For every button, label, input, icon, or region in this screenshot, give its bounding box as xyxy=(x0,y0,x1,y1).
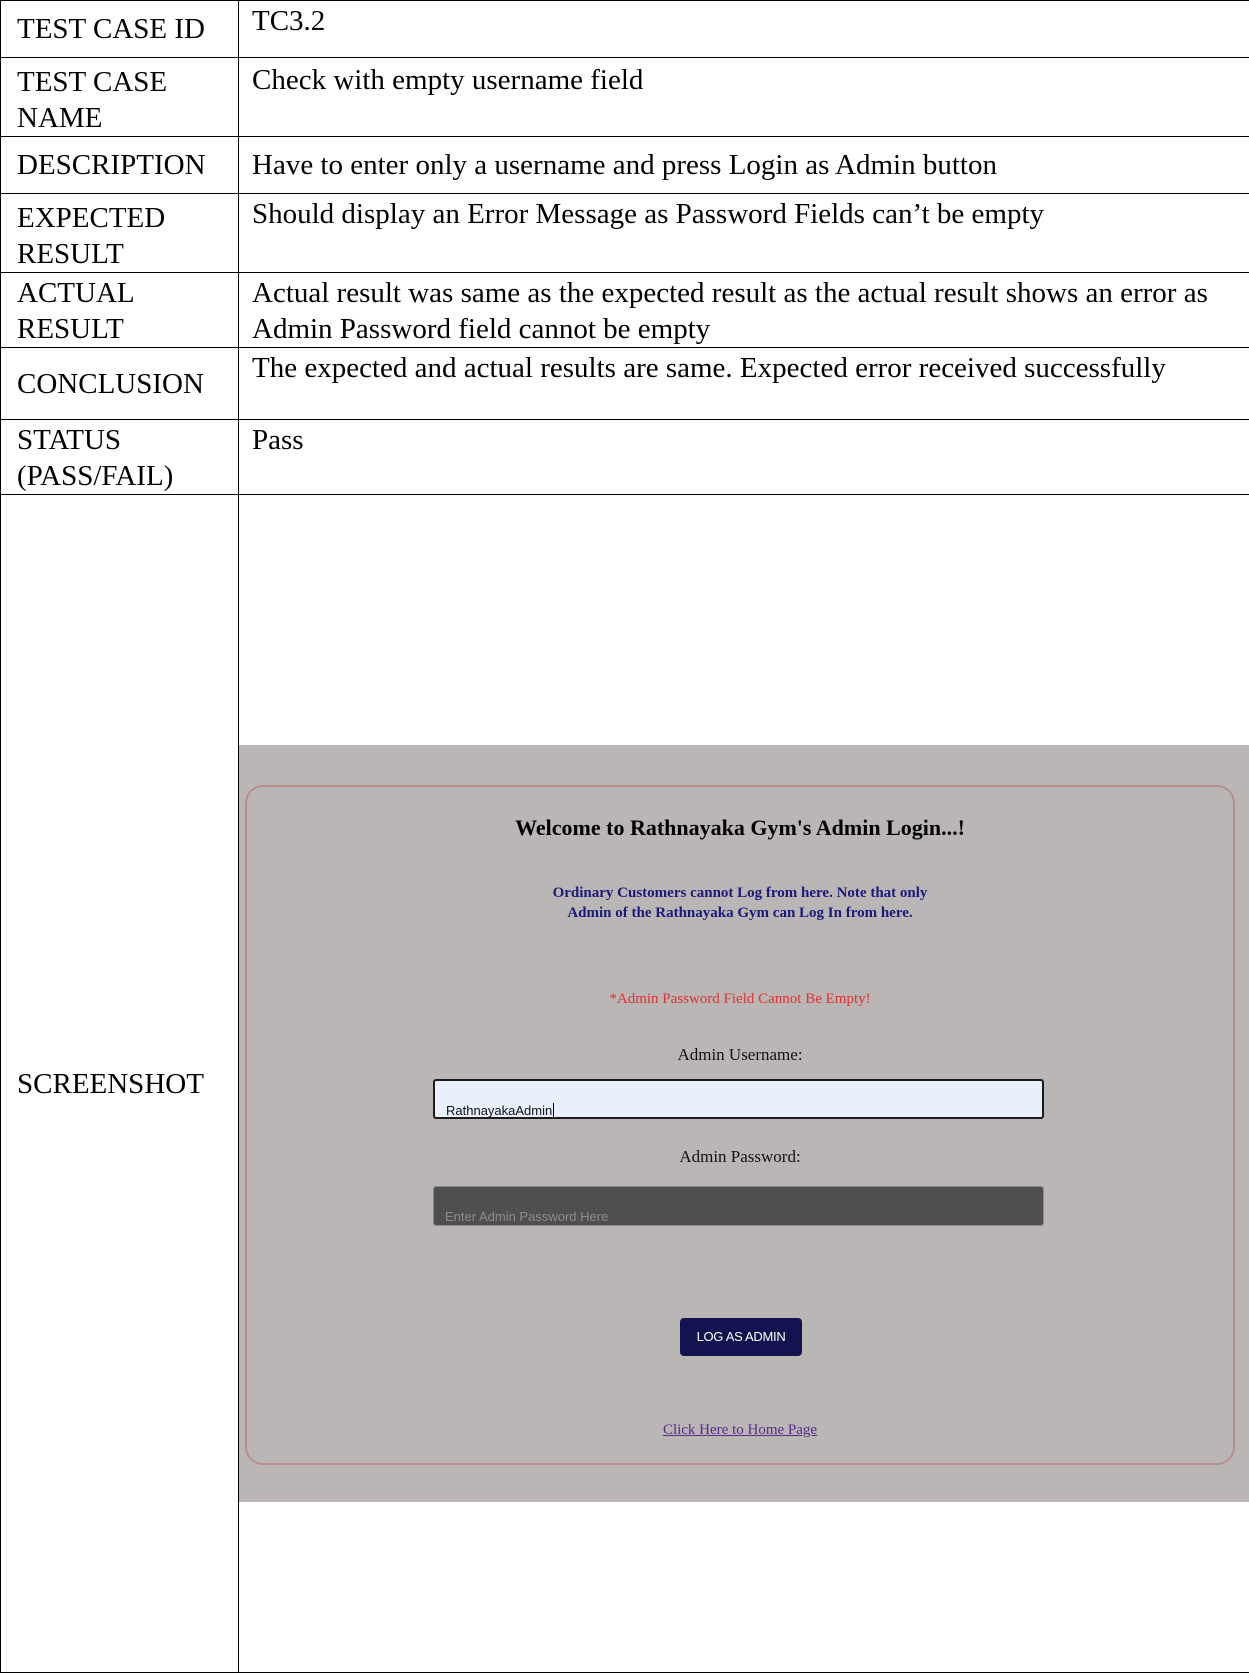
key-cell: ACTUAL RESULT xyxy=(1,273,239,348)
welcome-heading: Welcome to Rathnayaka Gym's Admin Login.… xyxy=(247,815,1233,841)
admin-note: Ordinary Customers cannot Log from here.… xyxy=(247,883,1233,923)
key-cell: TEST CASE ID xyxy=(1,1,239,58)
row-test-case-name: TEST CASE NAME Check with empty username… xyxy=(1,58,1249,137)
row-screenshot: SCREENSHOT Welcome to Rathnayaka Gym's A… xyxy=(1,495,1249,1673)
value-cell: The expected and actual results are same… xyxy=(239,348,1249,420)
value-cell: Should display an Error Message as Passw… xyxy=(239,194,1249,273)
admin-note-line1: Ordinary Customers cannot Log from here.… xyxy=(247,883,1233,903)
screenshot-cell: Welcome to Rathnayaka Gym's Admin Login.… xyxy=(239,495,1249,1673)
test-case-table: TEST CASE ID TC3.2 TEST CASE NAME Check … xyxy=(0,0,1249,1673)
username-input[interactable]: RathnayakaAdmin xyxy=(433,1079,1044,1119)
log-as-admin-button[interactable]: LOG AS ADMIN xyxy=(680,1318,802,1356)
key-cell: CONCLUSION xyxy=(1,348,239,420)
password-placeholder: Enter Admin Password Here xyxy=(445,1209,608,1224)
value-cell: Actual result was same as the expected r… xyxy=(239,273,1249,348)
text-caret xyxy=(553,1103,554,1118)
admin-note-line2: Admin of the Rathnayaka Gym can Log In f… xyxy=(247,903,1233,923)
key-cell: DESCRIPTION xyxy=(1,137,239,194)
key-cell: TEST CASE NAME xyxy=(1,58,239,137)
key-cell: SCREENSHOT xyxy=(1,495,239,1673)
value-cell: Have to enter only a username and press … xyxy=(239,137,1249,194)
password-label: Admin Password: xyxy=(247,1139,1233,1175)
login-panel: Welcome to Rathnayaka Gym's Admin Login.… xyxy=(245,785,1235,1465)
key-cell: STATUS (PASS/FAIL) xyxy=(1,420,239,495)
username-label: Admin Username: xyxy=(247,1037,1233,1073)
error-message: *Admin Password Field Cannot Be Empty! xyxy=(247,981,1233,1017)
row-expected-result: EXPECTED RESULT Should display an Error … xyxy=(1,194,1249,273)
home-page-link[interactable]: Click Here to Home Page xyxy=(247,1412,1233,1448)
value-cell: Pass xyxy=(239,420,1249,495)
row-conclusion: CONCLUSION The expected and actual resul… xyxy=(1,348,1249,420)
value-cell: Check with empty username field xyxy=(239,58,1249,137)
row-actual-result: ACTUAL RESULT Actual result was same as … xyxy=(1,273,1249,348)
row-test-case-id: TEST CASE ID TC3.2 xyxy=(1,1,1249,58)
row-status: STATUS (PASS/FAIL) Pass xyxy=(1,420,1249,495)
login-screenshot: Welcome to Rathnayaka Gym's Admin Login.… xyxy=(239,745,1249,1502)
row-description: DESCRIPTION Have to enter only a usernam… xyxy=(1,137,1249,194)
value-cell: TC3.2 xyxy=(239,1,1249,58)
key-cell: EXPECTED RESULT xyxy=(1,194,239,273)
password-input[interactable]: Enter Admin Password Here xyxy=(433,1186,1044,1226)
username-value: RathnayakaAdmin xyxy=(446,1103,552,1118)
